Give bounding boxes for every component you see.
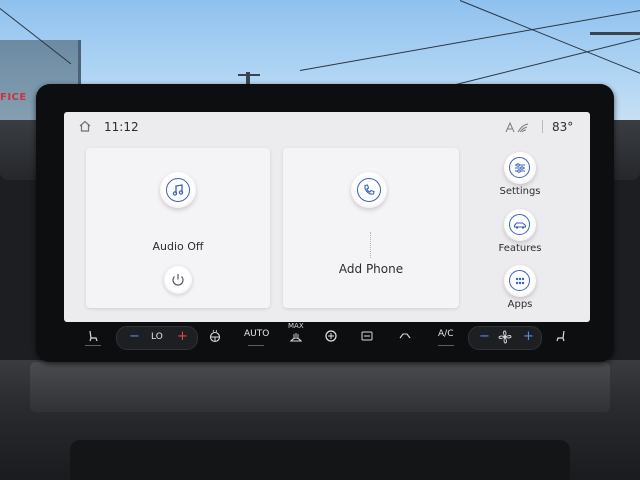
- apps-label: Apps: [507, 299, 533, 310]
- fan-down-button[interactable]: −: [479, 329, 490, 344]
- defrost-rear-icon[interactable]: [398, 329, 412, 343]
- auto-indicator: [248, 345, 264, 346]
- auto-climate-button[interactable]: AUTO: [244, 329, 269, 339]
- status-bar: 11:12 83°: [64, 112, 590, 138]
- max-defrost-label: MAX: [288, 322, 304, 330]
- dashboard-vent: [70, 440, 570, 480]
- infotainment-screen: 11:12 83° Audio Off Add Phone Settings F…: [64, 112, 590, 322]
- seat-heat-left-level: [85, 345, 101, 346]
- sliders-icon: [515, 163, 525, 173]
- car-icon: [513, 222, 527, 229]
- audio-power-button[interactable]: [164, 266, 192, 294]
- settings-button[interactable]: Settings: [482, 150, 562, 206]
- street-lamp-arm: [590, 32, 640, 35]
- settings-label: Settings: [499, 186, 541, 197]
- recirc-icon[interactable]: [360, 329, 374, 343]
- features-label: Features: [498, 243, 542, 254]
- settings-icon-button[interactable]: [504, 152, 536, 184]
- passenger-temp-control[interactable]: − +: [468, 326, 542, 350]
- audio-tile[interactable]: Audio Off: [86, 148, 270, 308]
- phone-button[interactable]: [351, 172, 387, 208]
- phone-tile-divider: [370, 232, 372, 258]
- power-icon: [172, 274, 184, 286]
- dashboard-ledge: [30, 362, 610, 412]
- ac-button[interactable]: A/C: [438, 329, 453, 339]
- store-sign-text: FICE: [0, 92, 27, 103]
- connectivity-icon: [505, 121, 529, 133]
- seat-heat-left-icon[interactable]: [86, 329, 100, 343]
- fan-icon: [498, 330, 512, 344]
- audio-source-button[interactable]: [160, 172, 196, 208]
- features-icon-button[interactable]: [504, 209, 536, 241]
- outside-temperature: 83°: [552, 120, 574, 134]
- status-divider: [542, 120, 543, 133]
- apps-icon-button[interactable]: [504, 265, 536, 297]
- apps-grid-icon: [515, 277, 525, 285]
- phone-tile[interactable]: Add Phone: [283, 148, 459, 308]
- apps-button[interactable]: Apps: [482, 263, 562, 319]
- driver-temp-down-button[interactable]: −: [129, 329, 140, 344]
- driver-temp-up-button[interactable]: +: [177, 329, 188, 344]
- driver-temp-value: LO: [151, 332, 163, 342]
- climate-control-bar: − LO + AUTO MAX A/C − +: [72, 322, 582, 350]
- utility-pole-crossbar: [238, 74, 260, 76]
- defrost-front-icon[interactable]: [289, 331, 303, 345]
- audio-status-label: Audio Off: [152, 240, 204, 253]
- add-phone-label[interactable]: Add Phone: [283, 262, 459, 276]
- features-button[interactable]: Features: [482, 207, 562, 263]
- seat-heat-right-icon[interactable]: [554, 329, 568, 343]
- clock-time: 11:12: [104, 120, 139, 134]
- ac-indicator: [438, 345, 454, 346]
- phone-icon: [364, 184, 375, 195]
- fan-speed-icon[interactable]: [324, 329, 338, 343]
- fan-up-button[interactable]: +: [523, 329, 534, 344]
- music-note-icon: [172, 184, 184, 196]
- driver-temp-control[interactable]: − LO +: [116, 326, 198, 350]
- steering-heat-icon[interactable]: [208, 329, 222, 343]
- home-icon[interactable]: [78, 119, 92, 133]
